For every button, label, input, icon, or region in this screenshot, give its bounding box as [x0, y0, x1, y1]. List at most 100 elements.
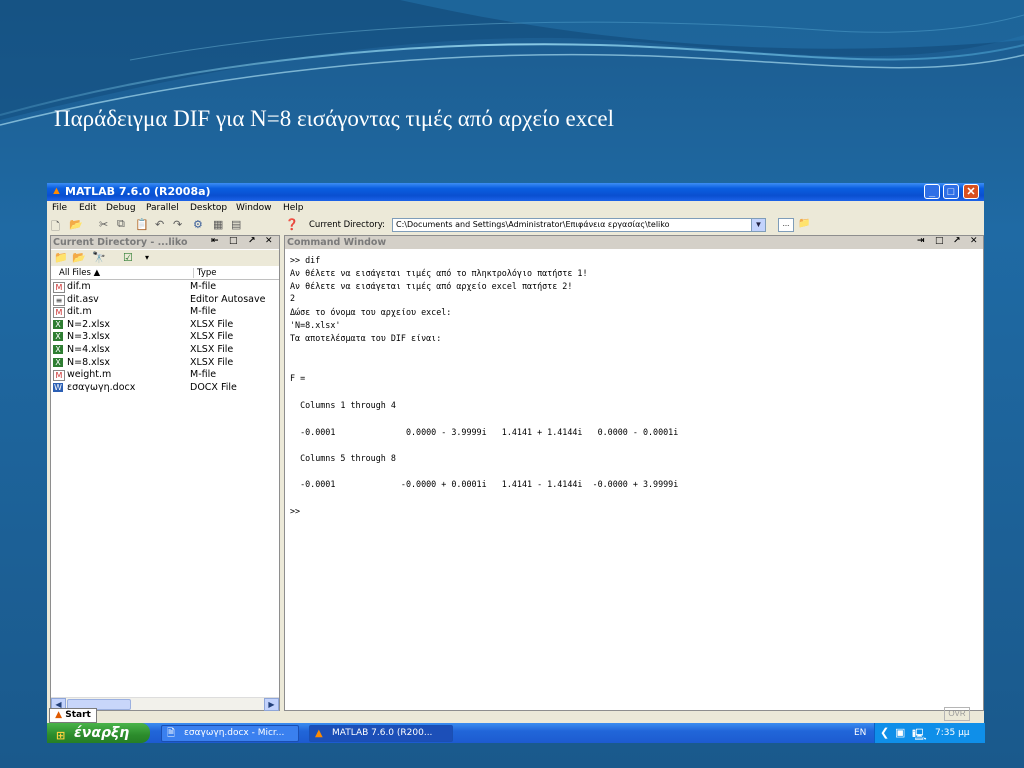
- matlab-window: ▲ MATLAB 7.6.0 (R2008a) _ □ ✕ File Edit …: [47, 183, 984, 743]
- language-indicator[interactable]: EN: [854, 728, 866, 738]
- browse-button[interactable]: ...: [778, 218, 794, 232]
- volume-icon[interactable]: 🖳: [912, 726, 927, 745]
- undo-icon[interactable]: ↶: [155, 218, 164, 231]
- list-item[interactable]: M weight.m M-file: [51, 369, 279, 382]
- find-icon[interactable]: 🔭: [92, 251, 106, 264]
- current-directory-input[interactable]: C:\Documents and Settings\Administrator\…: [392, 218, 752, 232]
- xlsx-file-icon: X: [53, 319, 63, 329]
- file-type: M-file: [190, 281, 217, 292]
- undock-icon[interactable]: ⇤: [211, 236, 219, 246]
- menu-edit[interactable]: Edit: [79, 203, 96, 213]
- command-window-title: Command Window: [287, 237, 387, 248]
- xlsx-file-icon: X: [53, 344, 63, 354]
- word-icon: 🗎: [167, 728, 176, 739]
- report-icon[interactable]: ☑: [123, 251, 133, 264]
- list-item[interactable]: W εσαγωγη.docx DOCX File: [51, 382, 279, 395]
- folder-up-icon[interactable]: 📁: [798, 218, 810, 229]
- maximize-panel-icon[interactable]: □: [229, 236, 238, 246]
- taskbar-item-matlab[interactable]: ▲ MATLAB 7.6.0 (R200...: [309, 725, 453, 742]
- file-name: N=8.xlsx: [67, 356, 110, 368]
- taskbar: ⊞ έναρξη 🗎 εσαγωγη.docx - Micr... ▲ MATL…: [47, 723, 985, 743]
- list-item[interactable]: X N=3.xlsx XLSX File: [51, 331, 279, 344]
- panel-toolbar: 📁 📂 🔭 ☑ ▾: [51, 250, 279, 266]
- maximize-panel-icon[interactable]: □: [935, 236, 944, 246]
- menu-help[interactable]: Help: [283, 203, 304, 213]
- guide-icon[interactable]: ▦: [213, 218, 223, 231]
- pin-icon[interactable]: ↗: [248, 236, 256, 246]
- help-icon[interactable]: ❓: [285, 218, 299, 231]
- file-name: dif.m: [67, 281, 91, 292]
- slide-title: Παράδειγμα DIF για Ν=8 εισάγοντας τιμές …: [54, 106, 615, 131]
- column-name[interactable]: All Files ▲: [59, 268, 100, 278]
- command-line: 2: [290, 293, 296, 303]
- close-panel-icon[interactable]: ✕: [970, 236, 978, 246]
- command-window[interactable]: Command Window ⇥ □ ↗ ✕ >> dif Αν θέλετε …: [284, 235, 984, 711]
- command-line: Αν θέλετε να εισάγεται τιμές από αρχείο …: [290, 281, 573, 291]
- taskbar-item-label: MATLAB 7.6.0 (R200...: [332, 728, 433, 738]
- list-item[interactable]: M dit.m M-file: [51, 306, 279, 319]
- clock[interactable]: 7:35 μμ: [935, 728, 970, 738]
- tray-arrow-icon[interactable]: ❮: [880, 726, 889, 739]
- m-file-icon: M: [53, 370, 65, 382]
- matlab-logo-icon: ▲: [55, 710, 63, 720]
- command-line: Τα αποτελέσματα του DIF είναι:: [290, 333, 442, 343]
- chevron-down-icon[interactable]: ▾: [145, 253, 149, 262]
- list-item[interactable]: X N=8.xlsx XLSX File: [51, 357, 279, 370]
- matlab-start-label: Start: [65, 710, 91, 720]
- open-folder-icon[interactable]: 📂: [69, 218, 83, 231]
- file-name: εσαγωγη.docx: [67, 381, 136, 393]
- simulink-icon[interactable]: ⚙: [193, 218, 203, 231]
- menu-desktop[interactable]: Desktop: [190, 203, 227, 213]
- matlab-start-button[interactable]: ▲ Start: [49, 708, 97, 723]
- command-line: -0.0001 -0.0000 + 0.0001i 1.4141 - 1.414…: [290, 479, 679, 489]
- menu-window[interactable]: Window: [236, 203, 272, 213]
- network-icon[interactable]: ▣: [895, 726, 905, 739]
- menu-parallel[interactable]: Parallel: [146, 203, 179, 213]
- m-file-icon: M: [53, 282, 65, 293]
- pin-icon[interactable]: ↗: [953, 236, 961, 246]
- current-directory-label: Current Directory:: [309, 220, 386, 230]
- taskbar-item-word[interactable]: 🗎 εσαγωγη.docx - Micr...: [161, 725, 299, 742]
- list-item[interactable]: ≡ dit.asv Editor Autosave: [51, 294, 279, 307]
- paste-icon[interactable]: 📋: [135, 218, 149, 231]
- folder-up-icon[interactable]: 📁: [54, 251, 68, 264]
- command-prompt[interactable]: >>: [290, 506, 300, 516]
- windows-flag-icon: ⊞: [56, 729, 66, 742]
- menu-debug[interactable]: Debug: [106, 203, 136, 213]
- window-titlebar[interactable]: ▲ MATLAB 7.6.0 (R2008a) _ □ ✕: [47, 183, 984, 201]
- file-name: weight.m: [67, 369, 112, 381]
- chevron-down-icon[interactable]: ▼: [751, 218, 766, 232]
- list-item[interactable]: X N=4.xlsx XLSX File: [51, 344, 279, 357]
- close-button[interactable]: ✕: [963, 184, 979, 199]
- start-button[interactable]: ⊞ έναρξη: [47, 723, 150, 743]
- command-window-header: Command Window ⇥ □ ↗ ✕: [285, 236, 983, 249]
- list-item[interactable]: X N=2.xlsx XLSX File: [51, 319, 279, 332]
- minimize-button[interactable]: _: [924, 184, 940, 199]
- menu-file[interactable]: File: [52, 203, 67, 213]
- undock-icon[interactable]: ⇥: [917, 236, 925, 246]
- asv-file-icon: ≡: [53, 294, 65, 306]
- system-tray: ❮ ▣ 🖳 7:35 μμ: [874, 723, 985, 743]
- command-line: >> dif: [290, 255, 321, 265]
- file-name: dit.m: [67, 306, 92, 318]
- file-name: N=4.xlsx: [67, 343, 110, 355]
- file-list-header: All Files ▲ Type: [51, 267, 279, 280]
- command-line: 'N=8.xlsx': [290, 320, 341, 330]
- file-name: N=2.xlsx: [67, 318, 110, 330]
- copy-icon[interactable]: ⧉: [117, 218, 125, 231]
- new-folder-icon[interactable]: 📂: [72, 251, 86, 264]
- list-item[interactable]: M dif.m M-file: [51, 281, 279, 294]
- panel-title: Current Directory - ...liko: [53, 237, 188, 248]
- maximize-button[interactable]: □: [943, 184, 959, 199]
- close-panel-icon[interactable]: ✕: [265, 236, 273, 246]
- scroll-right-icon[interactable]: ▶: [264, 698, 279, 711]
- profiler-icon[interactable]: ▤: [231, 218, 241, 231]
- cut-icon[interactable]: ✂: [99, 218, 108, 231]
- file-list: M dif.m M-file ≡ dit.asv Editor Autosave…: [51, 281, 279, 394]
- command-line: Columns 5 through 8: [290, 453, 396, 463]
- column-type[interactable]: Type: [193, 268, 217, 278]
- menu-bar: File Edit Debug Parallel Desktop Window …: [47, 201, 984, 215]
- redo-icon[interactable]: ↷: [173, 218, 182, 231]
- file-type: Editor Autosave: [190, 293, 266, 305]
- matlab-logo-icon: ▲: [51, 185, 62, 197]
